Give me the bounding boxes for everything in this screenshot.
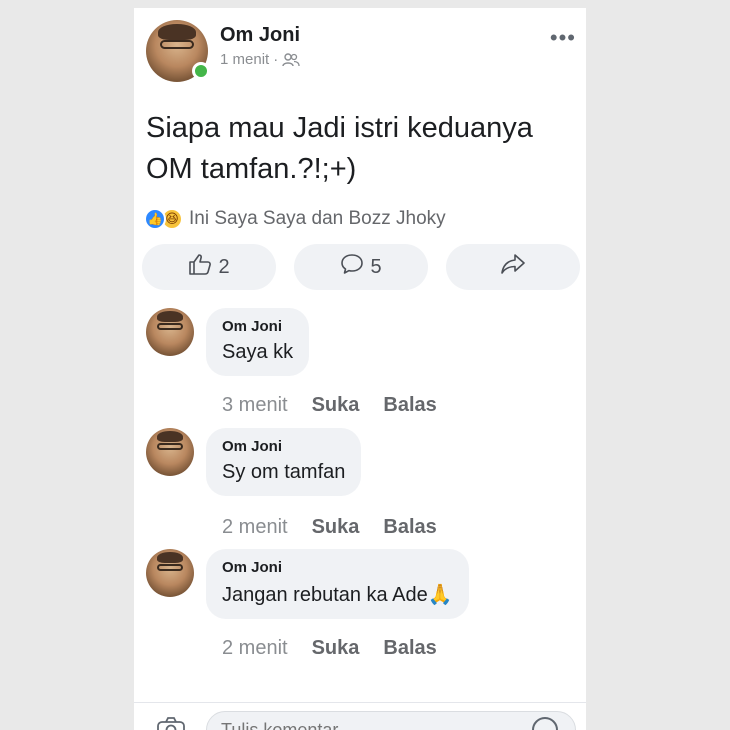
comment-reply-button[interactable]: Balas	[383, 394, 436, 417]
post-time[interactable]: 1 menit	[220, 51, 269, 68]
meta-separator: ·	[273, 51, 279, 68]
comment-bubble[interactable]: Om Joni Jangan rebutan ka Ade🙏	[206, 549, 469, 619]
share-button[interactable]	[446, 244, 580, 290]
post-meta: 1 menit ·	[220, 51, 300, 68]
commenter-name[interactable]: Om Joni	[222, 438, 345, 455]
comment-time: 2 menit	[222, 637, 288, 659]
post-text-line-1: Siapa mau Jadi istri keduanya	[146, 112, 533, 144]
thumbs-up-icon	[188, 253, 212, 281]
reactions-summary[interactable]: 👍 😆 Ini Saya Saya dan Bozz Jhoky	[144, 208, 446, 230]
more-options-icon[interactable]: •••	[550, 27, 576, 49]
post-actions: 2 5	[142, 244, 580, 290]
like-button[interactable]: 2	[142, 244, 276, 290]
post-text: Siapa mau Jadi istri keduanya OM tamfan.…	[146, 108, 576, 190]
comment-time: 2 menit	[222, 516, 288, 538]
online-status-dot	[192, 62, 210, 80]
comment-time: 3 menit	[222, 394, 288, 416]
author-avatar[interactable]	[146, 20, 210, 82]
like-reaction-icon: 👍	[144, 208, 166, 230]
comment-reply-button[interactable]: Balas	[383, 516, 436, 539]
comment-like-button[interactable]: Suka	[312, 637, 360, 660]
comment-bubble[interactable]: Om Joni Saya kk	[206, 308, 310, 376]
friends-icon	[282, 52, 300, 67]
comment-meta: 2 menit Suka Balas	[222, 516, 437, 539]
comment-text: Saya kk	[222, 341, 294, 363]
like-count: 2	[218, 255, 230, 278]
camera-icon[interactable]	[156, 717, 186, 730]
comment-composer	[134, 702, 586, 730]
commenter-name[interactable]: Om Joni	[222, 559, 453, 576]
comment-bubble[interactable]: Om Joni Sy om tamfan	[206, 428, 362, 496]
commenter-avatar[interactable]	[146, 549, 194, 597]
comment-button[interactable]: 5	[294, 244, 428, 290]
post-text-line-2: OM tamfan.?!;+)	[146, 153, 357, 185]
comment-like-button[interactable]: Suka	[312, 394, 360, 417]
commenter-avatar[interactable]	[146, 308, 194, 356]
comment-bubble-icon	[340, 253, 364, 281]
author-name[interactable]: Om Joni	[220, 24, 300, 47]
commenter-name[interactable]: Om Joni	[222, 318, 293, 335]
comment-input[interactable]	[206, 711, 576, 730]
comment-count: 5	[370, 255, 382, 278]
comment-meta: 3 menit Suka Balas	[222, 394, 437, 417]
comment-like-button[interactable]: Suka	[312, 516, 360, 539]
post-card: Om Joni 1 menit · ••• Siapa mau Jadi ist…	[134, 8, 586, 730]
commenter-avatar[interactable]	[146, 428, 194, 476]
comment-text: Sy om tamfan	[222, 461, 346, 483]
comment-text: Jangan rebutan ka Ade🙏	[222, 584, 453, 606]
reactions-text: Ini Saya Saya dan Bozz Jhoky	[189, 208, 446, 229]
share-arrow-icon	[500, 253, 526, 281]
comment-reply-button[interactable]: Balas	[383, 637, 436, 660]
comment-meta: 2 menit Suka Balas	[222, 637, 437, 660]
